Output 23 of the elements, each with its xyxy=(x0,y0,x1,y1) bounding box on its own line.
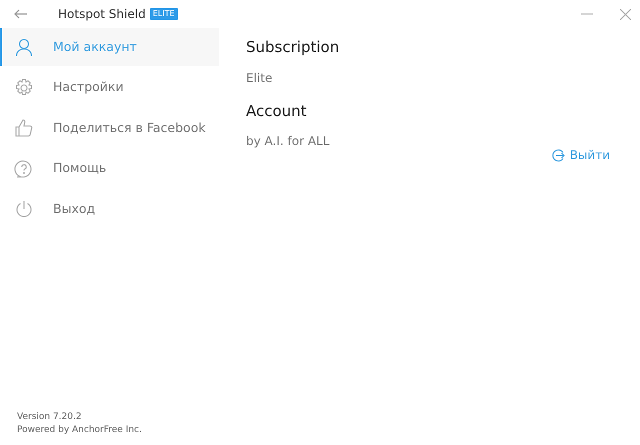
power-icon xyxy=(14,199,34,219)
section-value: Elite xyxy=(246,70,272,86)
thumbs-up-icon xyxy=(14,118,34,138)
sidebar-item[interactable]: Мой аккаунт xyxy=(0,28,219,66)
edition-badge: ELITE xyxy=(150,8,178,20)
sidebar-item[interactable]: Выход xyxy=(0,190,219,228)
section-heading: Subscription xyxy=(246,37,340,58)
window-title: Hotspot Shield xyxy=(58,6,146,23)
section-value: by A.I. for ALL xyxy=(246,133,330,150)
sidebar-item[interactable]: Настройки xyxy=(0,68,219,106)
minimize-icon xyxy=(581,13,593,15)
close-button[interactable] xyxy=(618,7,632,21)
footer-text: Version 7.20.2 xyxy=(17,411,82,424)
help-icon xyxy=(14,158,34,178)
logout-button[interactable]: Выйти xyxy=(552,146,610,164)
user-icon xyxy=(14,37,34,57)
footer-text: Powered by AnchorFree Inc. xyxy=(17,424,142,437)
sidebar-item[interactable]: Поделиться в Facebook xyxy=(0,109,219,147)
settings-icon xyxy=(14,78,34,98)
sidebar-item[interactable]: Помощь xyxy=(0,150,219,188)
section-heading: Account xyxy=(246,100,307,122)
logout-icon xyxy=(552,148,565,162)
close-icon xyxy=(620,8,630,20)
